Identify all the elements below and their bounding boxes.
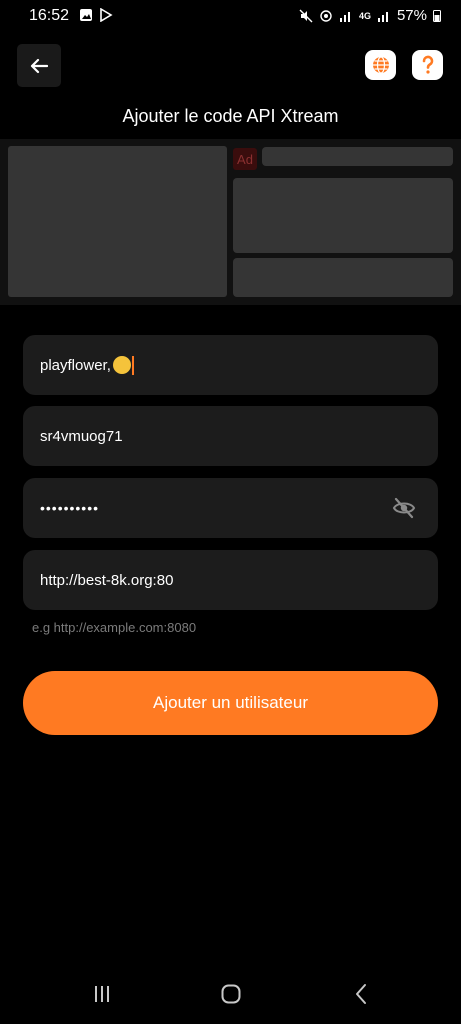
- play-store-icon: [100, 8, 113, 22]
- help-icon: [422, 55, 433, 74]
- system-nav-bar: [0, 970, 461, 1024]
- page-title: Ajouter le code API Xtream: [122, 106, 339, 126]
- url-field-value: http://best-8k.org:80: [40, 571, 174, 589]
- help-button[interactable]: [412, 50, 443, 80]
- hotspot-icon: [320, 9, 332, 22]
- username-field[interactable]: sr4vmuog71: [23, 406, 438, 466]
- back-button[interactable]: [17, 44, 61, 87]
- text-cursor: [131, 355, 134, 375]
- battery-percent: 57%: [396, 7, 427, 24]
- recent-apps-icon: [95, 986, 109, 1002]
- password-field[interactable]: ••••••••••: [23, 478, 438, 538]
- grinning-sweat-emoji-icon: [112, 356, 131, 374]
- language-button[interactable]: [365, 50, 396, 80]
- name-field[interactable]: playflower,: [23, 335, 438, 395]
- status-bar: 16:52 4G 57%: [0, 0, 461, 34]
- name-field-value: playflower,: [40, 356, 111, 374]
- home-icon: [221, 984, 241, 1004]
- gallery-icon: [80, 9, 92, 21]
- back-arrow-icon: [30, 58, 48, 73]
- ad-body-placeholder: [233, 178, 453, 253]
- battery-icon: [433, 10, 441, 22]
- network-type: 4G: [358, 10, 371, 21]
- recent-apps-button[interactable]: [82, 970, 122, 1018]
- password-field-value: ••••••••••: [40, 500, 100, 516]
- ad-image-placeholder[interactable]: [8, 146, 227, 297]
- username-field-value: sr4vmuog71: [40, 427, 123, 445]
- eye-off-icon[interactable]: [392, 497, 416, 519]
- status-time: 16:52: [29, 7, 70, 24]
- ad-headline-placeholder: [262, 147, 453, 166]
- system-back-button[interactable]: [341, 970, 381, 1018]
- url-hint: e.g http://example.com:8080: [32, 620, 197, 635]
- mute-icon: [299, 9, 313, 22]
- ad-badge: Ad: [233, 148, 257, 170]
- chevron-left-icon: [356, 984, 366, 1004]
- ad-cta-placeholder[interactable]: [233, 258, 453, 297]
- add-user-button[interactable]: Ajouter un utilisateur: [23, 671, 438, 735]
- home-button[interactable]: [211, 970, 251, 1018]
- globe-icon: [372, 56, 389, 74]
- signal-icon: [339, 11, 350, 22]
- url-field[interactable]: http://best-8k.org:80: [23, 550, 438, 610]
- signal-icon-2: [377, 11, 388, 22]
